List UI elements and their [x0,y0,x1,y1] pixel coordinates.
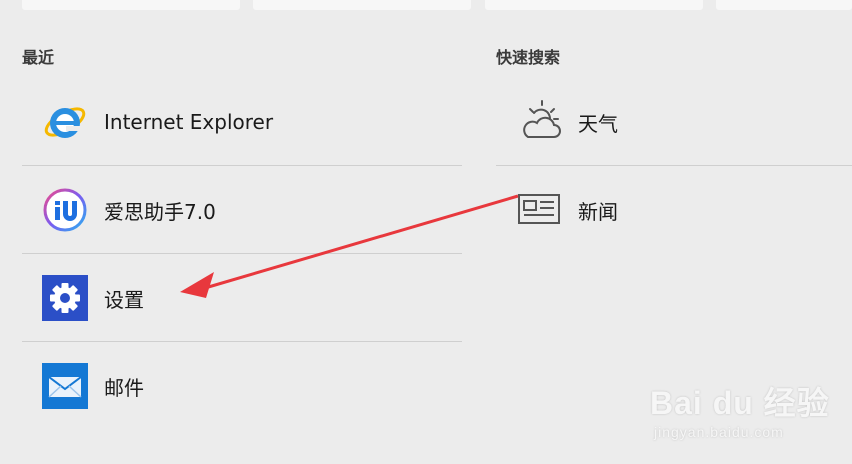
internet-explorer-label: Internet Explorer [104,110,274,134]
i4-assistant-label: 爱思助手7.0 [104,199,216,224]
recent-item-mail[interactable]: 邮件 [22,342,462,430]
top-tile-3[interactable] [485,0,703,10]
watermark-brand: Bai du 经验 [650,385,830,421]
recent-item-settings[interactable]: 设置 [22,254,462,342]
recent-item-internet-explorer[interactable]: Internet Explorer [22,78,462,166]
top-tile-4[interactable] [716,0,852,10]
news-icon [516,187,562,233]
quick-search-item-weather[interactable]: 天气 [496,78,852,166]
internet-explorer-icon [42,99,88,145]
weather-icon [516,99,562,145]
news-label: 新闻 [578,199,618,224]
weather-label: 天气 [578,111,618,136]
settings-gear-icon [42,275,88,321]
recent-section-title: 最近 [22,48,55,67]
settings-label: 设置 [104,287,144,312]
baidu-jingyan-watermark: Bai du 经验 jingyan.baidu.com [650,370,850,450]
watermark-url: jingyan.baidu.com [654,424,784,440]
top-tile-1[interactable] [22,0,240,10]
mail-label: 邮件 [104,375,144,400]
recent-item-i4-assistant[interactable]: 爱思助手7.0 [22,166,462,254]
mail-icon [42,363,88,409]
quick-search-item-news[interactable]: 新闻 [496,166,852,254]
top-tile-2[interactable] [253,0,471,10]
i4-assistant-icon [42,187,88,233]
quick-search-section-title: 快速搜索 [496,48,561,67]
